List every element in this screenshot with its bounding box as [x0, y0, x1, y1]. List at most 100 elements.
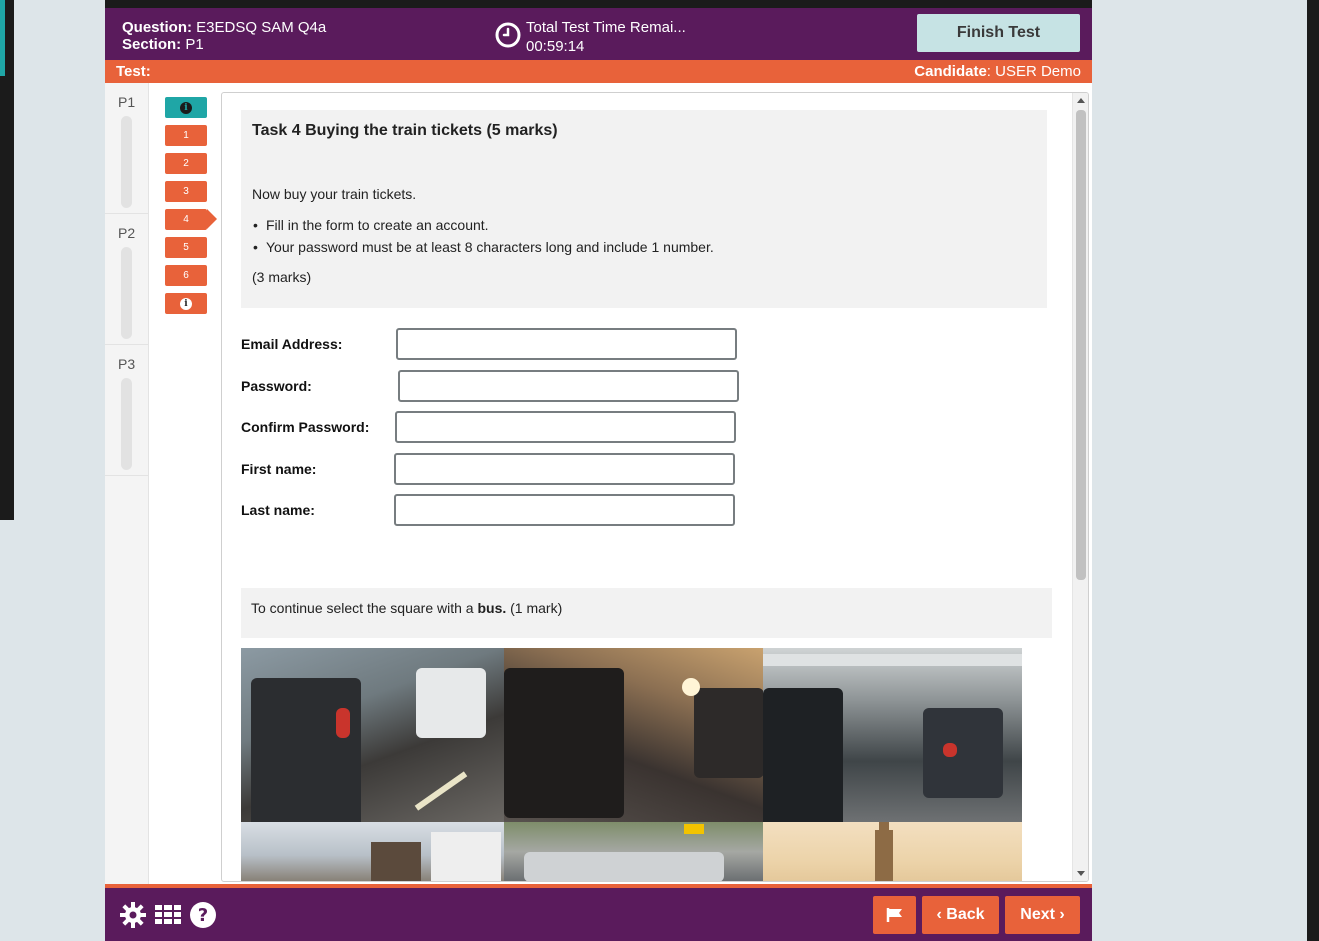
captcha-text: To continue select the square with a bus…: [251, 600, 562, 616]
question-id: E3EDSQ SAM Q4a: [196, 19, 327, 36]
test-app: Question: E3EDSQ SAM Q4a Section: P1 Tot…: [105, 8, 1092, 941]
section-p2[interactable]: P2: [105, 214, 148, 345]
car-shape: [251, 678, 361, 822]
info-icon: i: [180, 101, 192, 114]
captcha-tile-4[interactable]: [241, 822, 504, 881]
road-marking: [414, 771, 468, 811]
section-label: P1: [118, 94, 136, 110]
scroll-thumb[interactable]: [1076, 110, 1086, 580]
captcha-tile-5[interactable]: [504, 822, 763, 881]
captcha-target: bus.: [477, 600, 507, 616]
question-content: Task 4 Buying the train tickets (5 marks…: [221, 92, 1089, 882]
background-accent: [0, 0, 5, 76]
section-rail: P1 P2 P3: [105, 83, 149, 886]
test-subheader: Test: Candidate: USER Demo: [105, 60, 1092, 83]
chevron-right-icon: ›: [1054, 906, 1065, 923]
question-button-3[interactable]: 3: [165, 181, 207, 202]
question-navigator: i 1 2 3 4 5 6 i: [165, 97, 217, 321]
tower-spire: [879, 822, 889, 832]
question-button-4[interactable]: 4: [165, 209, 217, 230]
last-name-field[interactable]: [394, 494, 735, 526]
section-label: P3: [118, 356, 136, 372]
scroll-down-icon[interactable]: [1077, 871, 1085, 876]
van-shape: [416, 668, 486, 738]
captcha-image-grid: [241, 648, 1022, 881]
captcha-tile-6[interactable]: [763, 822, 1022, 881]
section-progress: [121, 116, 132, 208]
section-progress: [121, 247, 132, 339]
flag-icon: [886, 908, 902, 922]
building: [371, 842, 421, 881]
car-shape: [763, 688, 843, 822]
question-label: Question:: [122, 19, 192, 36]
content-scrollbar[interactable]: [1072, 93, 1088, 881]
task-bullet: Your password must be at least 8 charact…: [253, 239, 714, 255]
traffic-row: [524, 852, 724, 881]
sun-glare: [682, 678, 700, 696]
first-name-field[interactable]: [394, 453, 735, 485]
last-name-label: Last name:: [241, 502, 315, 518]
confirm-password-field[interactable]: [395, 411, 736, 443]
question-button-1[interactable]: 1: [165, 125, 207, 146]
section-progress: [121, 378, 132, 470]
finish-test-button[interactable]: Finish Test: [917, 14, 1080, 52]
captcha-tile-3[interactable]: [763, 648, 1022, 822]
car-shape: [504, 668, 624, 818]
question-button-2[interactable]: 2: [165, 153, 207, 174]
back-label: Back: [946, 906, 985, 923]
section-p1[interactable]: P1: [105, 83, 148, 214]
info-button-bottom[interactable]: i: [165, 293, 207, 314]
timer-value: 00:59:14: [526, 38, 585, 55]
question-button-6[interactable]: 6: [165, 265, 207, 286]
timer-title: Total Test Time Remai...: [526, 19, 686, 36]
info-icon: i: [180, 297, 192, 310]
first-name-label: First name:: [241, 461, 317, 477]
timer: Total Test Time Remai... 00:59:14: [495, 18, 686, 56]
road-sign: [684, 824, 704, 834]
question-button-5[interactable]: 5: [165, 237, 207, 258]
scroll-up-icon[interactable]: [1077, 98, 1085, 103]
captcha-tile-2[interactable]: [504, 648, 763, 822]
task-marks: (3 marks): [252, 269, 312, 285]
section-label: P2: [118, 225, 136, 241]
section-label: Section:: [122, 36, 182, 53]
tail-light: [336, 708, 350, 738]
question-info: Question: E3EDSQ SAM Q4a Section: P1: [122, 19, 326, 53]
captcha-tile-1[interactable]: [241, 648, 504, 822]
task-instructions: Task 4 Buying the train tickets (5 marks…: [241, 110, 1047, 308]
task-bullet: Fill in the form to create an account.: [253, 217, 714, 233]
background-frame-edge: [1307, 0, 1319, 941]
clock-tower: [875, 830, 893, 881]
car-shape: [923, 708, 1003, 798]
captcha-prefix: To continue select the square with a: [251, 600, 478, 616]
building: [431, 832, 501, 881]
email-field[interactable]: [396, 328, 737, 360]
task-intro: Now buy your train tickets.: [252, 186, 417, 202]
section-p3[interactable]: P3: [105, 345, 148, 476]
next-label: Next: [1020, 906, 1055, 923]
background-window-left: [0, 0, 105, 941]
grid-icon[interactable]: [154, 901, 182, 929]
test-label: Test:: [116, 63, 151, 80]
svg-text:?: ?: [198, 905, 208, 926]
footer-tools: ?: [119, 901, 224, 929]
tail-light: [943, 743, 957, 757]
help-icon[interactable]: ?: [189, 901, 217, 929]
password-field[interactable]: [398, 370, 739, 402]
next-button[interactable]: Next ›: [1005, 896, 1080, 934]
flag-button[interactable]: [873, 896, 916, 934]
candidate-label: Candidate: [914, 63, 987, 80]
task-title: Task 4 Buying the train tickets (5 marks…: [252, 122, 558, 139]
bridge: [763, 654, 1022, 666]
task-bullets: Fill in the form to create an account. Y…: [253, 217, 714, 261]
test-footer: ? ‹ Back Next ›: [105, 884, 1092, 941]
password-label: Password:: [241, 378, 312, 394]
back-button[interactable]: ‹ Back: [922, 896, 999, 934]
candidate-name: : USER Demo: [986, 63, 1081, 80]
info-button-top[interactable]: i: [165, 97, 207, 118]
background-window-right: [1092, 0, 1319, 941]
gear-icon[interactable]: [119, 901, 147, 929]
confirm-password-label: Confirm Password:: [241, 419, 370, 435]
chevron-left-icon: ‹: [936, 906, 947, 923]
background-frame: [0, 0, 14, 520]
